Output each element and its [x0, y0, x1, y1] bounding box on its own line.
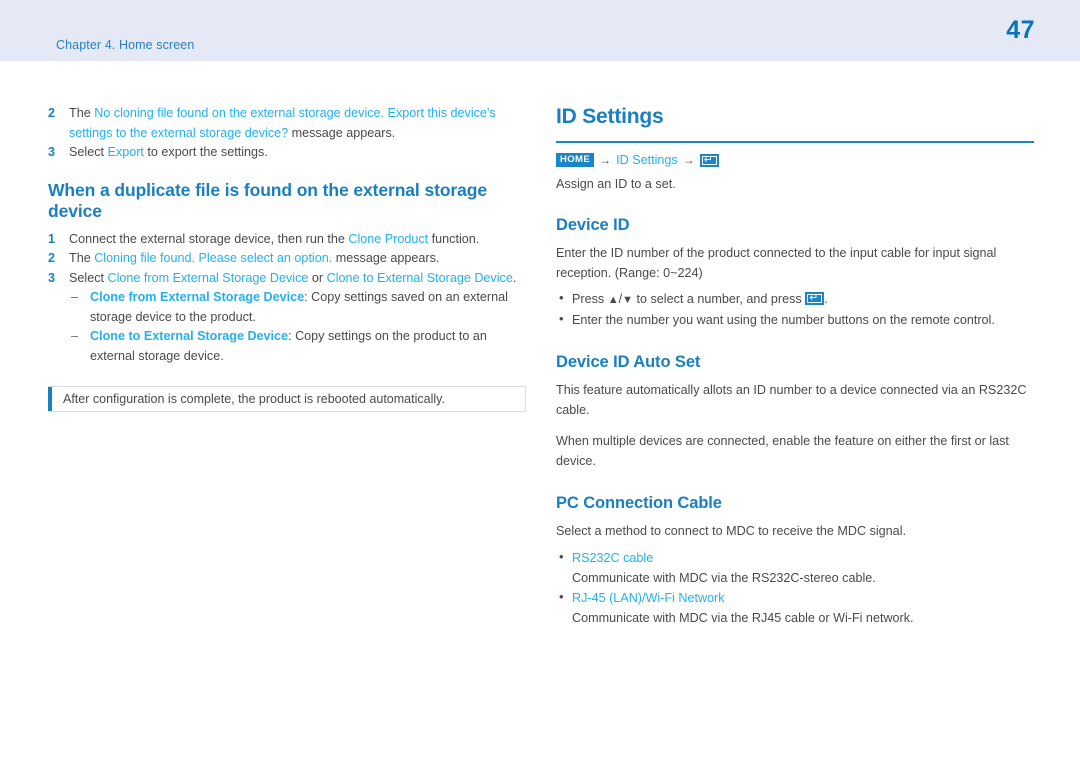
- bullet-text-end: .: [824, 292, 828, 306]
- note-text: After configuration is complete, the pro…: [63, 392, 445, 406]
- clone-options-sublist: – Clone from External Storage Device: Co…: [48, 288, 526, 366]
- left-column: 2 The No cloning file found on the exter…: [48, 61, 526, 412]
- pc-connection-options: • RS232C cable Communicate with MDC via …: [556, 548, 1034, 628]
- section-heading-duplicate-file: When a duplicate file is found on the ex…: [48, 179, 487, 221]
- sub-item-term: Clone to External Storage Device: [90, 329, 289, 343]
- section-paragraph: This feature automatically allots an ID …: [556, 383, 1027, 417]
- step-text-prefix: The: [69, 106, 95, 120]
- duplicate-steps-list: 1 Connect the external storage device, t…: [48, 230, 526, 289]
- chapter-label: Chapter 4. Home screen: [56, 38, 195, 52]
- right-column: ID Settings HOME → ID Settings → ↵ Assig…: [556, 61, 1034, 628]
- breadcrumb-path-item[interactable]: ID Settings: [616, 153, 678, 167]
- bullet-dot-icon: •: [559, 548, 564, 564]
- section-heading-device-id-auto-set: Device ID Auto Set: [556, 353, 701, 371]
- bullet-item: • RS232C cable: [556, 548, 1034, 568]
- option-description: Communicate with MDC via the RJ45 cable …: [572, 610, 914, 625]
- step-highlight: Cloning file found. Please select an opt…: [94, 251, 333, 265]
- enter-key-icon: ↵: [699, 153, 719, 167]
- sub-list-item: – Clone to External Storage Device: Copy…: [69, 327, 526, 366]
- step-number: 3: [48, 145, 56, 159]
- step-number: 1: [48, 231, 56, 246]
- step-text-prefix: Select: [69, 270, 108, 285]
- step-item: 2 The No cloning file found on the exter…: [48, 104, 526, 143]
- device-id-bullets: • Press ▲/▼ to select a number, and pres…: [556, 289, 1034, 330]
- step-number: 2: [48, 106, 56, 120]
- arrow-up-icon: ▲: [607, 294, 619, 306]
- bullet-item: • RJ-45 (LAN)/Wi-Fi Network: [556, 588, 1034, 608]
- sub-list-item: – Clone from External Storage Device: Co…: [69, 288, 526, 327]
- section-heading-pc-connection-cable: PC Connection Cable: [556, 494, 722, 512]
- option-description: Communicate with MDC via the RS232C-ster…: [572, 570, 876, 585]
- intro-text: Assign an ID to a set.: [556, 177, 676, 191]
- bullet-text-post: to select a number, and press: [632, 292, 806, 306]
- section-paragraph: When multiple devices are connected, ena…: [556, 434, 1009, 468]
- dash-marker: –: [71, 329, 79, 343]
- page-number: 47: [1006, 16, 1035, 44]
- bullet-dot-icon: •: [559, 588, 564, 604]
- bullet-item: • Press ▲/▼ to select a number, and pres…: [556, 289, 1034, 310]
- step-text-suffix: message appears.: [288, 125, 396, 140]
- step-highlight: Export: [107, 145, 144, 159]
- step-text-suffix: function.: [428, 231, 480, 246]
- note-accent-bar: [48, 387, 52, 411]
- step-text-prefix: Select: [69, 145, 108, 159]
- section-paragraph: Enter the ID number of the product conne…: [556, 246, 997, 280]
- page-title: ID Settings: [556, 105, 664, 128]
- page-body: 2 The No cloning file found on the exter…: [0, 61, 1080, 763]
- breadcrumb-arrow-icon: →: [599, 153, 612, 167]
- enter-key-glyph: ↵: [809, 292, 819, 304]
- step-item: 2 The Cloning file found. Please select …: [48, 249, 526, 269]
- bullet-dot-icon: •: [559, 311, 564, 326]
- step-item: 3 Select Export to export the settings.: [48, 143, 526, 163]
- step-number: 2: [48, 251, 56, 265]
- step-text-suffix: message appears.: [332, 251, 440, 265]
- step-item: 1 Connect the external storage device, t…: [48, 230, 526, 250]
- enter-key-glyph: ↵: [703, 153, 713, 166]
- breadcrumb: HOME → ID Settings → ↵: [556, 152, 1034, 168]
- bullet-dot-icon: •: [559, 290, 564, 305]
- step-text-prefix: Connect the external storage device, the…: [69, 231, 349, 246]
- option-label: RJ-45 (LAN)/Wi-Fi Network: [572, 590, 725, 605]
- enter-key-icon: ↵: [805, 292, 825, 305]
- step-text-middle: or: [308, 270, 327, 285]
- step-number: 3: [48, 270, 56, 285]
- step-highlight: Clone from External Storage Device: [107, 270, 309, 285]
- step-text-suffix: to export the settings.: [143, 145, 268, 159]
- step-text-prefix: The: [69, 251, 95, 265]
- arrow-down-icon: ▼: [622, 294, 633, 306]
- step-text-suffix: .: [512, 270, 517, 285]
- step-highlight-alt: Clone to External Storage Device: [326, 270, 513, 285]
- step-item: 3 Select Clone from External Storage Dev…: [48, 269, 526, 289]
- breadcrumb-home-badge[interactable]: HOME: [556, 153, 595, 167]
- page-header-band: Chapter 4. Home screen 47: [0, 0, 1080, 61]
- dash-marker: –: [71, 290, 79, 304]
- option-label: RS232C cable: [572, 550, 654, 565]
- bullet-item: • Enter the number you want using the nu…: [556, 310, 1034, 330]
- title-rule-divider: [556, 141, 1034, 143]
- step-highlight: No cloning file found on the external st…: [69, 106, 496, 140]
- section-heading-device-id: Device ID: [556, 216, 630, 234]
- continued-steps-list: 2 The No cloning file found on the exter…: [48, 104, 526, 163]
- note-callout-box: After configuration is complete, the pro…: [48, 386, 526, 412]
- bullet-text: Enter the number you want using the numb…: [572, 313, 995, 327]
- breadcrumb-arrow-icon: →: [682, 153, 695, 167]
- section-paragraph: Select a method to connect to MDC to rec…: [556, 524, 906, 538]
- bullet-text-pre: Press: [572, 292, 608, 306]
- sub-item-term: Clone from External Storage Device: [90, 290, 305, 304]
- step-highlight: Clone Product: [348, 231, 429, 246]
